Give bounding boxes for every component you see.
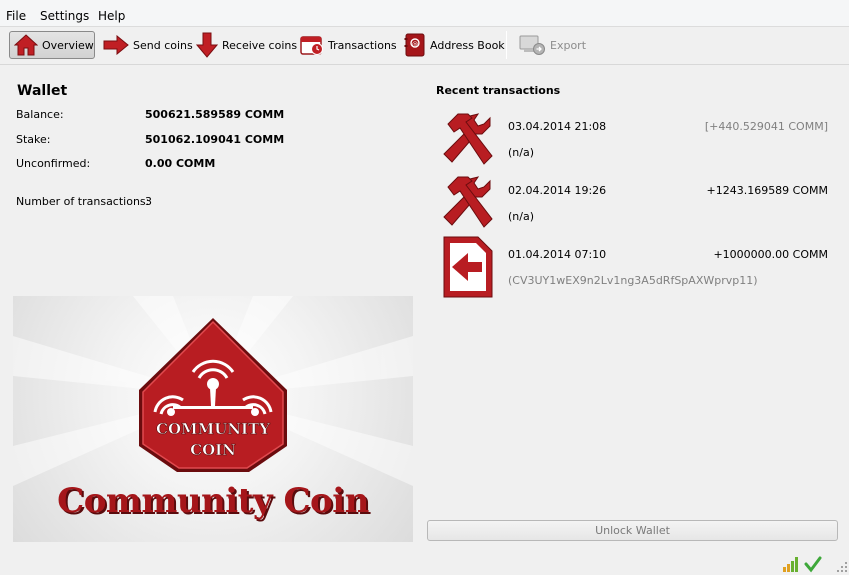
num-transactions-value: 3 — [145, 195, 152, 208]
stake-label: Stake: — [16, 133, 51, 146]
address-book-label: Address Book — [430, 38, 505, 52]
menu-bar: File Settings Help — [0, 0, 849, 27]
home-icon — [14, 34, 38, 56]
community-coin-logo: COMMUNITY COIN Community Coin — [13, 296, 413, 542]
address-book-button[interactable]: @ Address Book — [400, 31, 509, 59]
stake-value: 501062.109041 COMM — [145, 133, 285, 146]
tx-3-date: 01.04.2014 07:10 — [508, 248, 607, 261]
send-coins-button[interactable]: Send coins — [99, 31, 197, 59]
calendar-clock-icon — [300, 36, 323, 55]
arrow-right-icon — [103, 35, 129, 55]
toolbar-separator — [506, 31, 507, 59]
export-button[interactable]: Export — [514, 31, 590, 59]
menu-help[interactable]: Help — [98, 9, 125, 23]
menu-settings[interactable]: Settings — [40, 9, 89, 23]
status-bar — [0, 553, 849, 575]
transactions-label: Transactions — [328, 38, 397, 52]
receive-coins-button[interactable]: Receive coins — [192, 31, 301, 59]
export-label: Export — [550, 38, 587, 52]
logo-brand-name: Community Coin — [57, 481, 369, 521]
mined-tools-icon — [443, 113, 493, 165]
toolbar: Overview Send coins Receive coins Transa… — [0, 27, 849, 65]
balance-label: Balance: — [16, 108, 64, 121]
overview-button[interactable]: Overview — [9, 31, 95, 59]
transactions-button[interactable]: Transactions — [296, 31, 401, 59]
tx-2-date: 02.04.2014 19:26 — [508, 184, 607, 197]
menu-file[interactable]: File — [6, 9, 26, 23]
received-inbox-icon — [443, 236, 493, 298]
wallet-title: Wallet — [17, 83, 68, 99]
tx-2-detail: (n/a) — [508, 210, 535, 223]
mined-tools-icon — [443, 176, 493, 228]
send-coins-label: Send coins — [133, 38, 193, 52]
export-icon — [519, 35, 545, 55]
overview-label: Overview — [42, 38, 94, 52]
resize-grip-icon[interactable] — [836, 561, 848, 573]
logo-badge-text-2: COIN — [190, 441, 236, 459]
receive-coins-label: Receive coins — [222, 38, 298, 52]
tx-3-address: (CV3UY1wEX9n2Lv1ng3A5dRfSpAXWprvp11) — [508, 274, 758, 287]
unconfirmed-value: 0.00 COMM — [145, 157, 216, 170]
connections-signal-icon — [783, 557, 798, 572]
tx-1-amount: [+440.529041 COMM] — [704, 120, 828, 133]
unlock-wallet-button[interactable]: Unlock Wallet — [427, 520, 838, 541]
balance-value: 500621.589589 COMM — [145, 108, 285, 121]
unconfirmed-label: Unconfirmed: — [16, 157, 91, 170]
svg-text:@: @ — [412, 41, 418, 48]
synced-check-icon — [804, 556, 822, 573]
recent-transactions-title: Recent transactions — [436, 84, 561, 97]
tx-1-detail: (n/a) — [508, 146, 535, 159]
tx-2-amount: +1243.169589 COMM — [706, 184, 828, 197]
num-transactions-label: Number of transactions: — [16, 195, 150, 208]
address-book-icon: @ — [404, 33, 425, 57]
tx-1-date: 03.04.2014 21:08 — [508, 120, 607, 133]
arrow-down-icon — [196, 32, 218, 58]
tx-3-amount: +1000000.00 COMM — [713, 248, 828, 261]
logo-badge-text-1: COMMUNITY — [156, 420, 270, 438]
